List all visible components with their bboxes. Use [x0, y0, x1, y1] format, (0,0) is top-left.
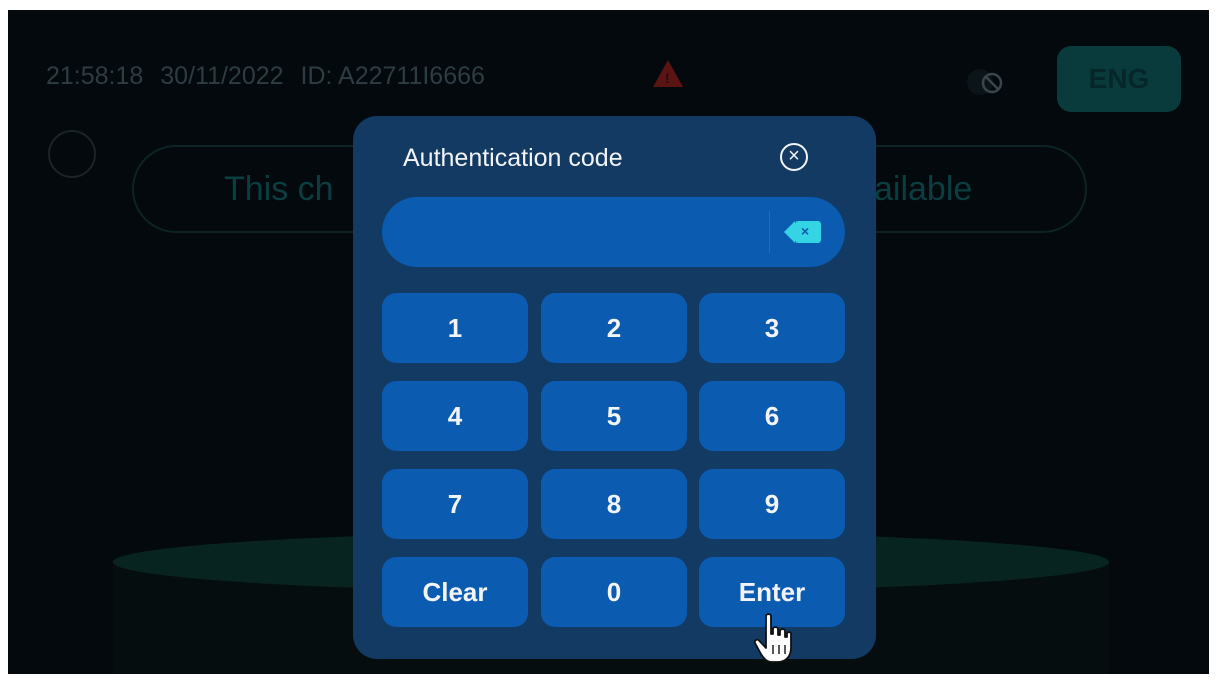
banner-text-right: ailable — [874, 170, 973, 208]
key-0[interactable]: 0 — [541, 557, 687, 627]
code-value — [412, 197, 752, 267]
status-date: 30/11/2022 — [160, 62, 284, 90]
code-input[interactable]: × — [382, 197, 845, 267]
key-4[interactable]: 4 — [382, 381, 528, 451]
banner-text-left: This ch — [224, 170, 334, 208]
key-8[interactable]: 8 — [541, 469, 687, 539]
input-divider — [769, 211, 770, 253]
close-icon[interactable]: × — [780, 143, 808, 171]
key-7[interactable]: 7 — [382, 469, 528, 539]
authentication-dialog: Authentication code × × 1 2 3 4 5 6 7 8 … — [353, 116, 876, 659]
status-time: 21:58:18 — [46, 62, 144, 90]
language-button[interactable]: ENG — [1057, 46, 1181, 112]
plug-icon — [48, 130, 96, 178]
key-1[interactable]: 1 — [382, 293, 528, 363]
no-signal-icon — [967, 69, 1003, 95]
warning-exclamation: ! — [665, 70, 670, 86]
key-3[interactable]: 3 — [699, 293, 845, 363]
status-bar: 21:58:18 30/11/2022 ID: A22711I6666 — [46, 62, 495, 91]
key-5[interactable]: 5 — [541, 381, 687, 451]
hand-cursor-icon — [753, 613, 792, 663]
status-device-id: ID: A22711I6666 — [300, 62, 485, 90]
clear-button[interactable]: Clear — [382, 557, 528, 627]
key-2[interactable]: 2 — [541, 293, 687, 363]
dialog-title: Authentication code — [403, 144, 623, 172]
key-9[interactable]: 9 — [699, 469, 845, 539]
key-6[interactable]: 6 — [699, 381, 845, 451]
